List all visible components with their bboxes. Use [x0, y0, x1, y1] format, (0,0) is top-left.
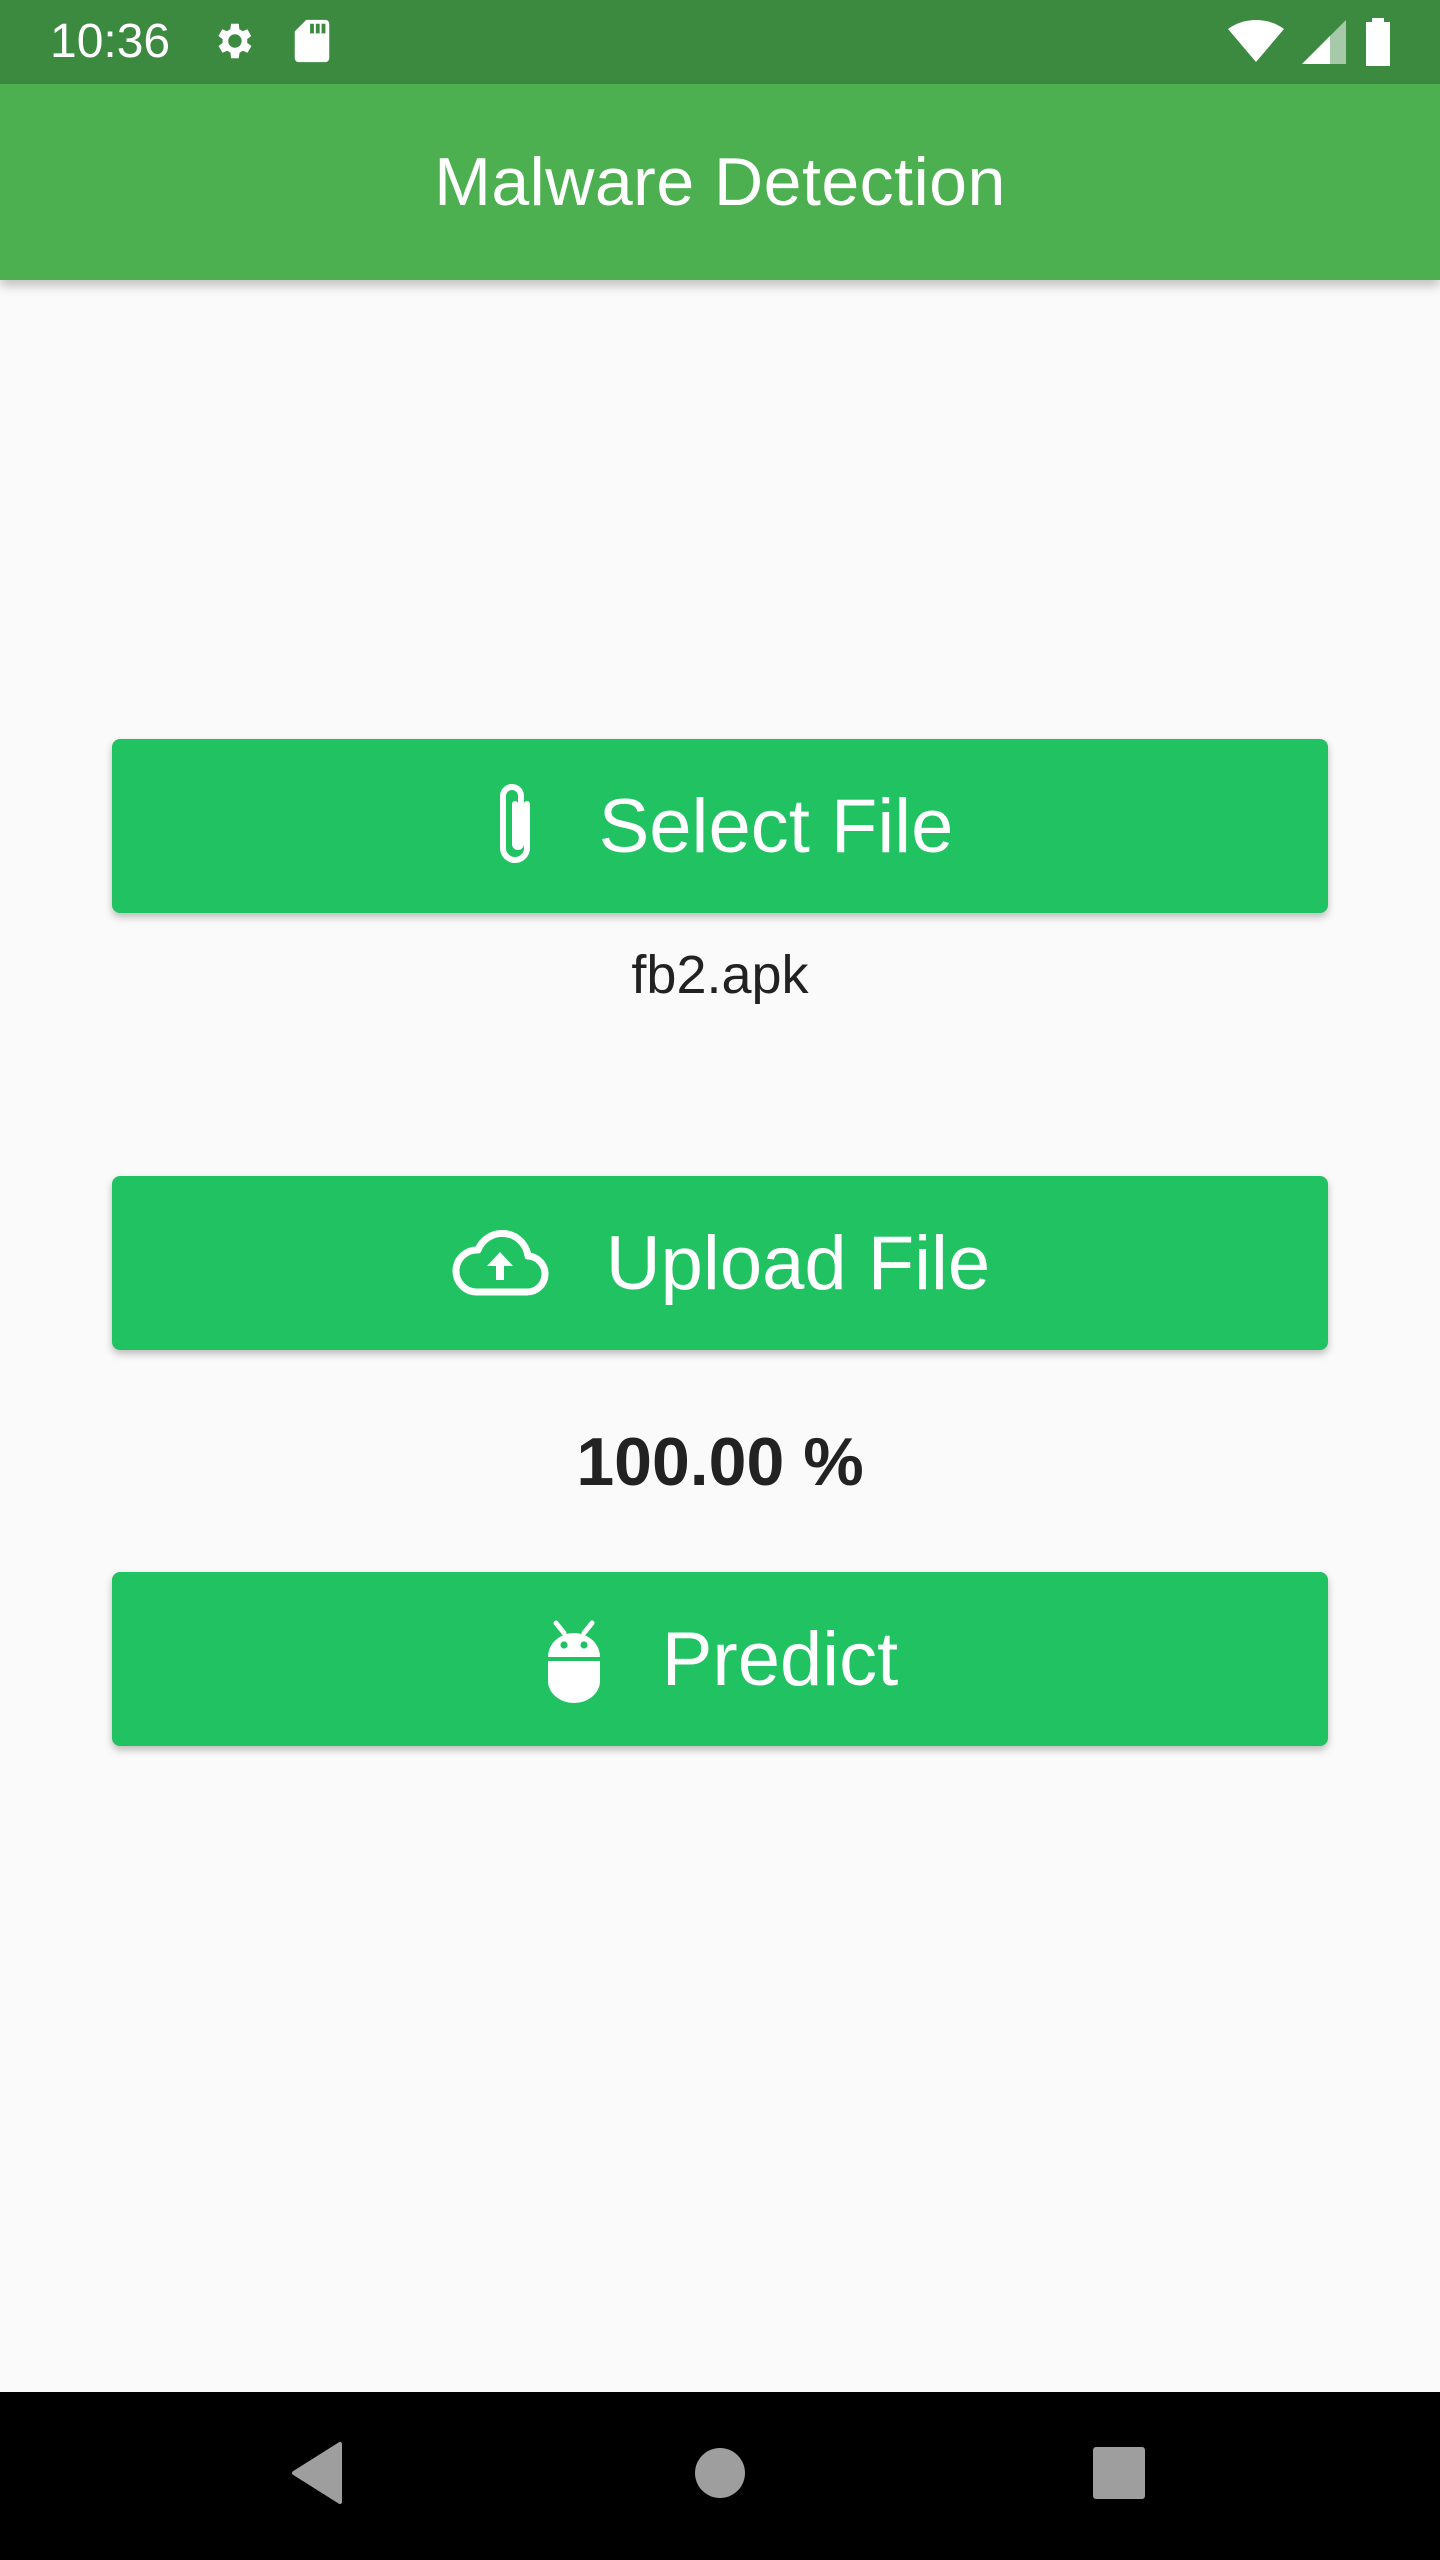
app-title: Malware Detection [434, 144, 1006, 220]
select-file-label: Select File [598, 783, 954, 869]
upload-progress-text: 100.00 % [576, 1424, 864, 1500]
select-file-button[interactable]: Select File [112, 739, 1328, 913]
status-right-icons [1228, 18, 1392, 71]
app-bar: Malware Detection [0, 84, 1440, 280]
battery-icon [1364, 18, 1392, 71]
back-icon[interactable] [290, 2440, 346, 2511]
status-left-icons [210, 18, 332, 69]
home-icon[interactable] [694, 2440, 746, 2511]
upload-file-label: Upload File [605, 1220, 991, 1306]
paperclip-icon [487, 780, 543, 872]
status-bar: 10:36 [0, 0, 1440, 84]
recents-icon[interactable] [1092, 2440, 1146, 2511]
predict-label: Predict [661, 1616, 899, 1702]
status-time: 10:36 [50, 15, 171, 68]
cloud-upload-icon [450, 1230, 550, 1296]
predict-button[interactable]: Predict [112, 1572, 1328, 1746]
wifi-icon [1228, 19, 1284, 70]
settings-icon [210, 18, 256, 69]
android-icon [542, 1613, 606, 1705]
signal-icon [1302, 19, 1346, 70]
selected-file-name: fb2.apk [631, 945, 809, 1005]
sd-card-icon [292, 18, 332, 69]
upload-file-button[interactable]: Upload File [112, 1176, 1328, 1350]
